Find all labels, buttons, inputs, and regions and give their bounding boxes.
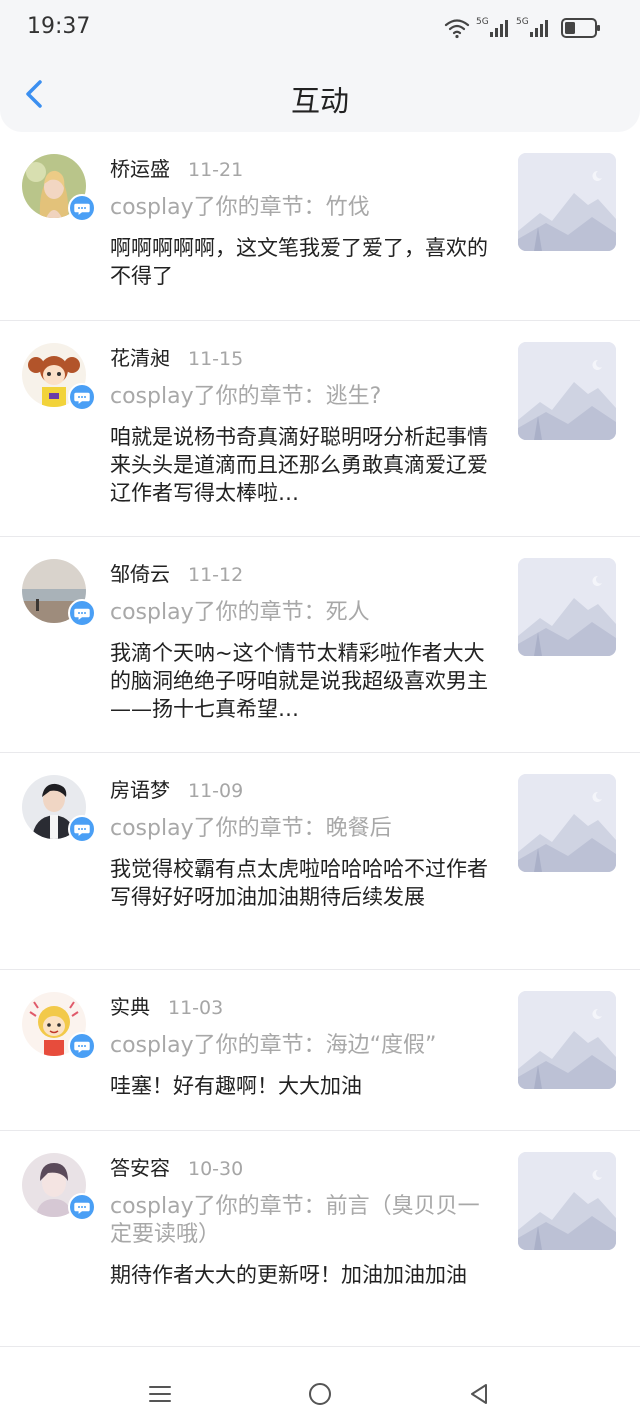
mountain-placeholder-icon <box>518 558 616 656</box>
comment-badge-icon <box>68 194 96 222</box>
list-item[interactable]: 实典 11-03 cosplay了你的章节：海边“度假” 哇塞！好有趣啊！大大加油 <box>0 970 640 1131</box>
chapter-reference[interactable]: cosplay了你的章节：前言（臭贝贝一定要读哦） <box>110 1193 500 1249</box>
mountain-placeholder-icon <box>518 991 616 1089</box>
chapter-reference[interactable]: cosplay了你的章节：海边“度假” <box>110 1032 500 1060</box>
system-nav-bar <box>0 1358 640 1427</box>
chapter-reference[interactable]: cosplay了你的章节：晚餐后 <box>110 815 500 843</box>
list-item[interactable]: 桥运盛 11-21 cosplay了你的章节：竹伐 啊啊啊啊啊，这文笔我爱了爱了，… <box>0 132 640 321</box>
avatar[interactable] <box>22 559 96 633</box>
list-item[interactable]: 房语梦 11-09 cosplay了你的章节：晚餐后 我觉得校霸有点太虎啦哈哈哈哈… <box>0 753 640 970</box>
item-content: 花清昶 11-15 cosplay了你的章节：逃生? 咱就是说杨书奇真滴好聪明呀分… <box>110 343 500 507</box>
user-name[interactable]: 实典 <box>110 995 150 1019</box>
comment-badge-icon <box>68 599 96 627</box>
chapter-thumbnail[interactable] <box>518 774 616 872</box>
comment-text: 哇塞！好有趣啊！大大加油 <box>110 1074 362 1098</box>
comment-text: 啊啊啊啊啊，这文笔我爱了爱了，喜欢的不得了 <box>110 236 488 288</box>
comment-date: 11-03 <box>168 997 224 1019</box>
mountain-placeholder-icon <box>518 1152 616 1250</box>
mountain-placeholder-icon <box>518 342 616 440</box>
chapter-reference[interactable]: cosplay了你的章节：死人 <box>110 599 500 627</box>
list-item[interactable]: 答安容 10-30 cosplay了你的章节：前言（臭贝贝一定要读哦） 期待作者大… <box>0 1131 640 1347</box>
comment-badge-icon <box>68 383 96 411</box>
avatar[interactable] <box>22 154 96 228</box>
comment-badge-icon <box>68 815 96 843</box>
avatar[interactable] <box>22 343 96 417</box>
chapter-thumbnail[interactable] <box>518 558 616 656</box>
comment-text: 我滴个天呐~这个情节太精彩啦作者大大的脑洞绝绝子呀咱就是说我超级喜欢男主——扬十… <box>110 641 488 721</box>
comment-badge-icon <box>68 1032 96 1060</box>
comment-date: 10-30 <box>188 1158 244 1180</box>
chapter-thumbnail[interactable] <box>518 342 616 440</box>
list-item[interactable]: 花清昶 11-15 cosplay了你的章节：逃生? 咱就是说杨书奇真滴好聪明呀分… <box>0 321 640 537</box>
battery-icon <box>561 18 600 38</box>
network-label-1: 5G <box>476 17 489 27</box>
page-title: 互动 <box>290 84 349 118</box>
back-triangle-icon[interactable] <box>466 1380 494 1408</box>
avatar[interactable] <box>22 1153 96 1227</box>
user-name[interactable]: 桥运盛 <box>110 157 170 181</box>
menu-icon[interactable] <box>146 1380 174 1408</box>
header: 互动 <box>0 56 640 132</box>
user-name[interactable]: 邹倚云 <box>110 562 170 586</box>
network-label-2: 5G <box>516 17 529 27</box>
user-name[interactable]: 答安容 <box>110 1156 170 1180</box>
chapter-thumbnail[interactable] <box>518 153 616 251</box>
item-content: 实典 11-03 cosplay了你的章节：海边“度假” 哇塞！好有趣啊！大大加油 <box>110 992 500 1100</box>
comment-date: 11-21 <box>188 159 244 181</box>
wifi-icon <box>444 19 470 39</box>
comment-text: 我觉得校霸有点太虎啦哈哈哈哈不过作者写得好好呀加油加油期待后续发展 <box>110 857 488 909</box>
status-bar: 19:37 5G 5G <box>0 0 640 56</box>
chapter-thumbnail[interactable] <box>518 1152 616 1250</box>
chapter-reference[interactable]: cosplay了你的章节：竹伐 <box>110 194 500 222</box>
chapter-reference[interactable]: cosplay了你的章节：逃生? <box>110 383 500 411</box>
mountain-placeholder-icon <box>518 774 616 872</box>
item-content: 房语梦 11-09 cosplay了你的章节：晚餐后 我觉得校霸有点太虎啦哈哈哈哈… <box>110 775 500 911</box>
user-name[interactable]: 房语梦 <box>110 778 170 802</box>
interaction-list: 桥运盛 11-21 cosplay了你的章节：竹伐 啊啊啊啊啊，这文笔我爱了爱了，… <box>0 132 640 1347</box>
mountain-placeholder-icon <box>518 153 616 251</box>
chapter-thumbnail[interactable] <box>518 991 616 1089</box>
comment-text: 咱就是说杨书奇真滴好聪明呀分析起事情来头头是道滴而且还那么勇敢真滴爱辽爱辽作者写… <box>110 425 488 505</box>
list-item[interactable]: 邹倚云 11-12 cosplay了你的章节：死人 我滴个天呐~这个情节太精彩啦作… <box>0 537 640 753</box>
item-content: 邹倚云 11-12 cosplay了你的章节：死人 我滴个天呐~这个情节太精彩啦作… <box>110 559 500 723</box>
user-name[interactable]: 花清昶 <box>110 346 170 370</box>
status-time: 19:37 <box>27 14 91 39</box>
signal-icon-2 <box>530 20 548 37</box>
comment-date: 11-15 <box>188 348 244 370</box>
comment-date: 11-09 <box>188 780 244 802</box>
item-content: 答安容 10-30 cosplay了你的章节：前言（臭贝贝一定要读哦） 期待作者大… <box>110 1153 500 1289</box>
comment-badge-icon <box>68 1193 96 1221</box>
signal-icon-1 <box>490 20 508 37</box>
home-circle-icon[interactable] <box>306 1380 334 1408</box>
comment-text: 期待作者大大的更新呀！加油加油加油 <box>110 1263 467 1287</box>
avatar[interactable] <box>22 992 96 1066</box>
status-icons: 5G 5G <box>444 17 600 39</box>
avatar[interactable] <box>22 775 96 849</box>
item-content: 桥运盛 11-21 cosplay了你的章节：竹伐 啊啊啊啊啊，这文笔我爱了爱了，… <box>110 154 500 290</box>
comment-date: 11-12 <box>188 564 244 586</box>
